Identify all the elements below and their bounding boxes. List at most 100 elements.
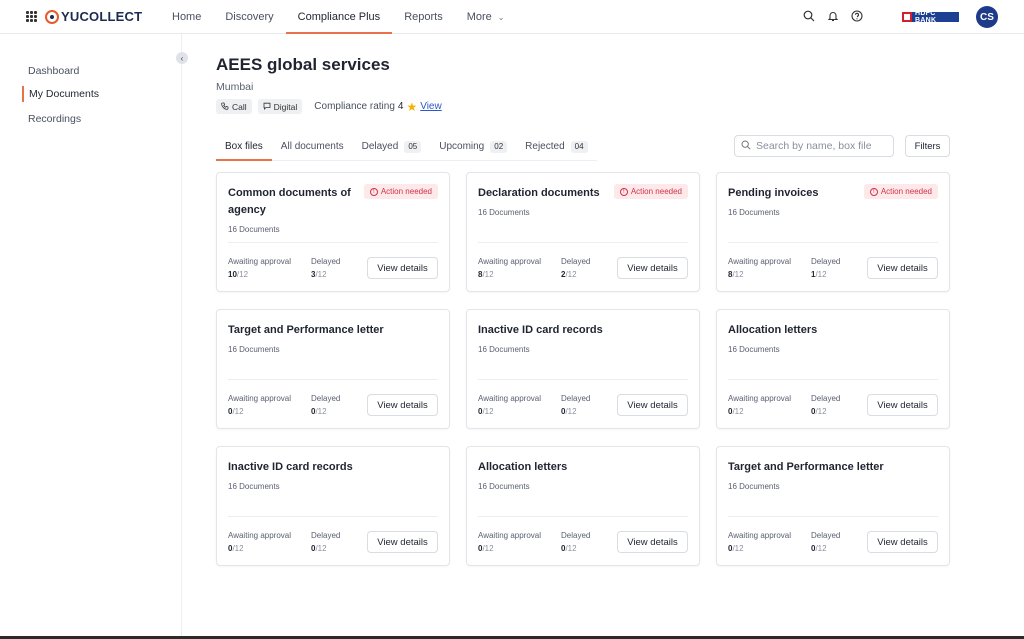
- view-details-button[interactable]: View details: [367, 531, 438, 553]
- stat-value-total: /12: [565, 407, 577, 416]
- stat-label: Delayed: [561, 394, 591, 403]
- card-divider: [478, 516, 688, 517]
- box-file-cards: Common documents of agency 16 Documents …: [216, 172, 950, 566]
- card-title: Target and Performance letter: [728, 461, 884, 473]
- stat-label: Awaiting approval: [728, 257, 792, 266]
- nav-item-discovery[interactable]: Discovery: [213, 0, 285, 34]
- stat-value: 0/12: [811, 407, 840, 416]
- stat-value: 0/12: [811, 544, 840, 553]
- help-icon[interactable]: [850, 9, 864, 23]
- view-details-button[interactable]: View details: [617, 257, 688, 279]
- agency-city: Mumbai: [216, 81, 254, 93]
- rating-label: Compliance rating: [314, 101, 395, 112]
- card-title: Target and Performance letter: [228, 324, 384, 336]
- sidebar-item-my-documents[interactable]: My Documents: [22, 86, 99, 102]
- card-title: Allocation letters: [728, 324, 818, 336]
- view-details-button[interactable]: View details: [617, 531, 688, 553]
- box-file-card[interactable]: Target and Performance letter 16 Documen…: [716, 446, 950, 566]
- stat-label: Awaiting approval: [478, 531, 542, 540]
- stat-label: Awaiting approval: [228, 394, 292, 403]
- stat-label: Delayed: [311, 531, 341, 540]
- view-details-button[interactable]: View details: [367, 257, 438, 279]
- chevron-left-icon: ‹: [180, 53, 184, 63]
- view-details-button[interactable]: View details: [867, 257, 938, 279]
- delayed-stat: Delayed 0/12: [311, 394, 340, 416]
- card-document-count: 16 Documents: [728, 482, 780, 491]
- alert-icon: !: [869, 187, 878, 196]
- stat-label: Delayed: [311, 257, 341, 266]
- tab-rejected[interactable]: Rejected 04: [516, 134, 596, 160]
- app-grid-icon[interactable]: [26, 11, 37, 22]
- box-file-card[interactable]: Inactive ID card records 16 Documents Aw…: [466, 309, 700, 429]
- sidebar-item-dashboard[interactable]: Dashboard: [22, 63, 79, 79]
- stat-value: 8/12: [478, 270, 541, 279]
- card-document-count: 16 Documents: [478, 345, 530, 354]
- card-title: Declaration documents: [478, 187, 600, 199]
- collapse-sidebar-button[interactable]: ‹: [176, 52, 188, 64]
- view-rating-link[interactable]: View: [420, 101, 442, 112]
- user-avatar[interactable]: CS: [976, 6, 998, 28]
- card-divider: [728, 516, 938, 517]
- nav-item-home[interactable]: Home: [160, 0, 213, 34]
- box-file-card[interactable]: Declaration documents 16 Documents ! Acti…: [466, 172, 700, 292]
- stat-value-total: /12: [236, 270, 249, 279]
- card-divider: [728, 379, 938, 380]
- stat-value-total: /12: [315, 544, 327, 553]
- stat-value: 0/12: [478, 544, 541, 553]
- delayed-stat: Delayed 0/12: [561, 394, 590, 416]
- tab-upcoming[interactable]: Upcoming 02: [430, 134, 516, 160]
- card-title: Allocation letters: [478, 461, 568, 473]
- tab-box-files[interactable]: Box files: [216, 134, 272, 161]
- nav-item-more[interactable]: More ⌄: [455, 0, 517, 34]
- nav-label: Home: [172, 11, 202, 23]
- search-input[interactable]: [756, 140, 886, 152]
- card-divider: [228, 379, 438, 380]
- page-title: AEES global services: [216, 55, 390, 74]
- search-icon[interactable]: [802, 9, 816, 23]
- stat-value: 0/12: [311, 544, 340, 553]
- brand-logo[interactable]: YUCOLLECT: [45, 9, 142, 24]
- stat-label: Delayed: [811, 531, 841, 540]
- top-icons: [802, 9, 864, 23]
- stat-label: Delayed: [811, 394, 841, 403]
- stat-value: 1/12: [811, 270, 840, 279]
- channel-chip-call: Call: [216, 99, 252, 114]
- card-title: Inactive ID card records: [228, 461, 353, 473]
- rating-value: 4: [397, 101, 404, 112]
- view-details-button[interactable]: View details: [367, 394, 438, 416]
- view-details-button[interactable]: View details: [867, 531, 938, 553]
- box-file-card[interactable]: Pending invoices 16 Documents ! Action ne…: [716, 172, 950, 292]
- stat-value-total: /12: [315, 407, 327, 416]
- nav-label: More: [466, 11, 492, 23]
- awaiting-approval-stat: Awaiting approval 0/12: [478, 531, 541, 553]
- stat-value-total: /12: [815, 270, 827, 279]
- box-file-card[interactable]: Allocation letters 16 Documents Awaiting…: [466, 446, 700, 566]
- stat-value: 0/12: [728, 544, 791, 553]
- view-details-button[interactable]: View details: [617, 394, 688, 416]
- nav-item-compliance-plus[interactable]: Compliance Plus: [285, 0, 393, 34]
- bell-icon[interactable]: [826, 9, 840, 23]
- stat-value: 0/12: [228, 544, 291, 553]
- view-details-button[interactable]: View details: [867, 394, 938, 416]
- tab-all-documents[interactable]: All documents: [272, 134, 353, 160]
- filters-button[interactable]: Filters: [905, 135, 950, 157]
- phone-icon: [221, 102, 229, 112]
- card-divider: [228, 516, 438, 517]
- main-nav: Home Discovery Compliance Plus Reports M…: [160, 0, 516, 34]
- sidebar-item-recordings[interactable]: Recordings: [22, 111, 81, 127]
- nav-item-reports[interactable]: Reports: [392, 0, 455, 34]
- tab-delayed[interactable]: Delayed 05: [353, 134, 431, 160]
- stat-label: Delayed: [561, 257, 591, 266]
- awaiting-approval-stat: Awaiting approval 0/12: [228, 531, 291, 553]
- stat-label: Awaiting approval: [728, 394, 792, 403]
- box-file-card[interactable]: Target and Performance letter 16 Documen…: [216, 309, 450, 429]
- box-file-card[interactable]: Allocation letters 16 Documents Awaiting…: [716, 309, 950, 429]
- box-file-card[interactable]: Inactive ID card records 16 Documents Aw…: [216, 446, 450, 566]
- awaiting-approval-stat: Awaiting approval 0/12: [728, 531, 791, 553]
- action-needed-badge: ! Action needed: [363, 184, 438, 199]
- box-file-card[interactable]: Common documents of agency 16 Documents …: [216, 172, 450, 292]
- document-tabs: Box files All documents Delayed 05 Upcomi…: [216, 134, 597, 161]
- stat-value: 2/12: [561, 270, 590, 279]
- stat-value-total: /12: [315, 270, 327, 279]
- action-needed-badge: ! Action needed: [613, 184, 688, 199]
